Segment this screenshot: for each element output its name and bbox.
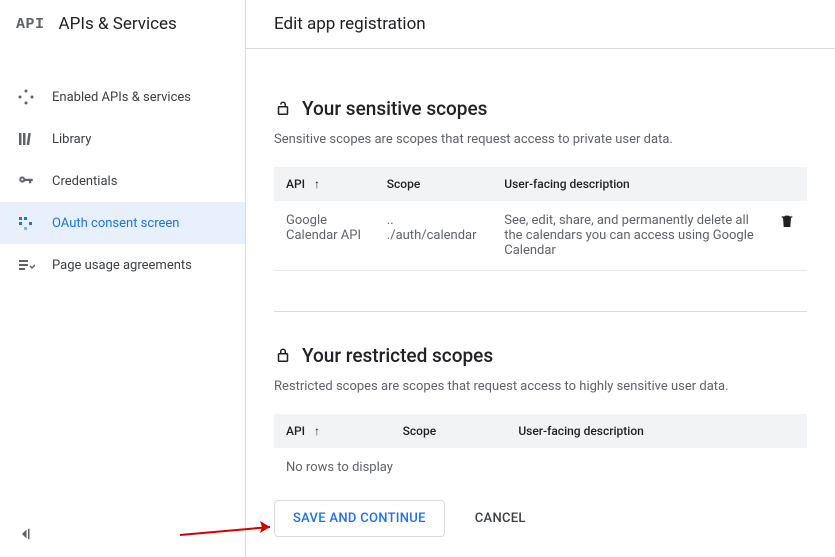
- sidebar-item-label: OAuth consent screen: [52, 216, 179, 231]
- sidebar-title: APIs & Services: [59, 14, 177, 34]
- action-bar: SAVE AND CONTINUE CANCEL: [246, 480, 835, 557]
- col-api[interactable]: API ↑: [274, 414, 391, 448]
- library-icon: [16, 129, 36, 149]
- main-header: Edit app registration: [246, 0, 835, 49]
- col-desc: User-facing description: [506, 414, 807, 448]
- restricted-scopes-section: Your restricted scopes Restricted scopes…: [274, 311, 807, 480]
- sidebar-item-library[interactable]: Library: [0, 118, 245, 160]
- sort-arrow-icon: ↑: [314, 424, 320, 438]
- collapse-sidebar-icon[interactable]: [16, 525, 34, 543]
- lock-icon: [274, 347, 292, 365]
- unlock-icon: [274, 100, 292, 118]
- cell-scope: .. ./auth/calendar: [375, 201, 492, 271]
- restricted-scopes-desc: Restricted scopes are scopes that reques…: [274, 379, 807, 394]
- cell-api: Google Calendar API: [274, 201, 375, 271]
- sidebar-item-label: Library: [52, 132, 91, 147]
- sidebar-item-credentials[interactable]: Credentials: [0, 160, 245, 202]
- col-desc: User-facing description: [492, 167, 767, 201]
- col-scope: Scope: [375, 167, 492, 201]
- col-api[interactable]: API ↑: [274, 167, 375, 201]
- main: Edit app registration Your sensitive sco…: [246, 0, 835, 557]
- sidebar-nav: Enabled APIs & services Library Credenti…: [0, 48, 245, 286]
- sidebar-item-label: Credentials: [52, 174, 117, 189]
- page-title: Edit app registration: [274, 14, 807, 34]
- delete-icon[interactable]: [779, 213, 795, 229]
- sidebar-item-oauth-consent[interactable]: OAuth consent screen: [0, 202, 245, 244]
- restricted-scopes-title: Your restricted scopes: [274, 344, 807, 367]
- main-content: Your sensitive scopes Sensitive scopes a…: [246, 49, 835, 480]
- diamond-icon: [16, 87, 36, 107]
- sort-arrow-icon: ↑: [314, 177, 320, 191]
- sidebar-header: API APIs & Services: [0, 0, 245, 48]
- api-logo: API: [16, 16, 45, 33]
- sidebar-item-enabled-apis[interactable]: Enabled APIs & services: [0, 76, 245, 118]
- sidebar-item-label: Enabled APIs & services: [52, 90, 191, 105]
- sidebar-item-page-usage[interactable]: Page usage agreements: [0, 244, 245, 286]
- sensitive-scopes-section: Your sensitive scopes Sensitive scopes a…: [274, 73, 807, 271]
- cell-desc: See, edit, share, and permanently delete…: [492, 201, 767, 271]
- agreements-icon: [16, 255, 36, 275]
- restricted-scopes-table: API ↑ Scope User-facing description No r…: [274, 414, 807, 480]
- key-icon: [16, 171, 36, 191]
- sensitive-scopes-table: API ↑ Scope User-facing description Goog…: [274, 167, 807, 271]
- cancel-button[interactable]: CANCEL: [457, 501, 544, 536]
- col-scope: Scope: [391, 414, 507, 448]
- sidebar: API APIs & Services Enabled APIs & servi…: [0, 0, 246, 557]
- sensitive-scopes-title: Your sensitive scopes: [274, 97, 807, 120]
- sensitive-scopes-desc: Sensitive scopes are scopes that request…: [274, 132, 807, 147]
- empty-row: No rows to display: [274, 448, 807, 480]
- consent-icon: [16, 213, 36, 233]
- sidebar-item-label: Page usage agreements: [52, 258, 192, 273]
- table-row: Google Calendar API .. ./auth/calendar S…: [274, 201, 807, 271]
- save-and-continue-button[interactable]: SAVE AND CONTINUE: [274, 500, 445, 537]
